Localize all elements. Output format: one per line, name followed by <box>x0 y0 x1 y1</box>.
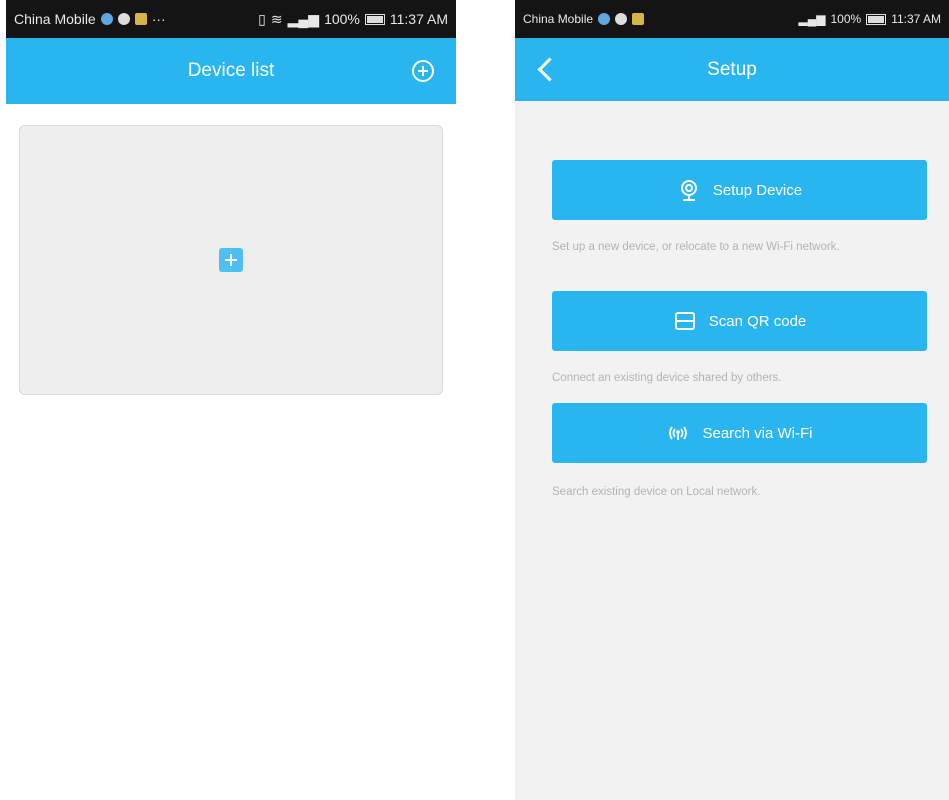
setup-device-label: Setup Device <box>712 181 803 199</box>
search-wifi-label: Search via Wi-Fi <box>702 424 813 442</box>
app-bar: Device list <box>6 38 456 104</box>
app-icon <box>134 13 147 25</box>
add-device-card[interactable] <box>19 125 443 395</box>
camera-icon <box>680 180 697 201</box>
signal-icon: ▂▄▆ <box>798 12 826 26</box>
battery-percent: 100% <box>324 11 360 27</box>
scan-qr-label: Scan QR code <box>708 312 807 330</box>
battery-icon <box>364 13 385 25</box>
notification-icon <box>598 13 611 25</box>
device-list-screen: China Mobile ··· ▯ ≋ ▂▄▆ 100% 11:37 AM D… <box>6 0 456 800</box>
scan-icon <box>674 312 695 330</box>
chat-icon <box>117 13 130 25</box>
vibrate-icon: ▯ <box>258 10 266 27</box>
more-notifications-icon: ··· <box>151 11 166 27</box>
chat-icon <box>615 13 628 25</box>
page-title: Device list <box>187 60 275 81</box>
setup-device-button[interactable]: Setup Device <box>552 160 927 220</box>
status-bar-left: China Mobile <box>523 12 645 26</box>
notification-icon <box>100 13 113 25</box>
carrier-label: China Mobile <box>523 12 594 26</box>
clock: 11:37 AM <box>891 12 941 26</box>
signal-icon: ▂▄▆ <box>287 10 320 27</box>
status-bar: China Mobile ··· ▯ ≋ ▂▄▆ 100% 11:37 AM <box>6 0 456 38</box>
battery-percent: 100% <box>830 12 862 26</box>
search-wifi-button[interactable]: Search via Wi-Fi <box>552 403 927 463</box>
add-device-icon[interactable] <box>412 60 434 82</box>
status-bar-right: ▯ ≋ ▂▄▆ 100% 11:37 AM <box>258 11 448 28</box>
battery-icon <box>866 13 887 25</box>
scan-qr-button[interactable]: Scan QR code <box>552 291 927 351</box>
status-bar: China Mobile ▂▄▆ 100% 11:37 AM <box>515 0 949 38</box>
app-icon <box>632 13 645 25</box>
back-chevron-icon[interactable] <box>537 56 562 82</box>
setup-screen: China Mobile ▂▄▆ 100% 11:37 AM Setup Set… <box>515 0 949 800</box>
page-title: Setup <box>707 58 757 80</box>
carrier-label: China Mobile <box>14 11 96 27</box>
wifi-icon: ≋ <box>270 10 283 27</box>
search-wifi-caption: Search existing device on Local network. <box>552 486 761 498</box>
status-bar-left: China Mobile ··· <box>14 11 166 27</box>
plus-icon[interactable] <box>219 248 243 272</box>
scan-qr-caption: Connect an existing device shared by oth… <box>552 372 782 384</box>
setup-device-caption: Set up a new device, or relocate to a ne… <box>552 241 840 253</box>
status-bar-right: ▂▄▆ 100% 11:37 AM <box>799 12 941 26</box>
wifi-antenna-icon <box>669 426 688 440</box>
clock: 11:37 AM <box>389 11 448 27</box>
app-bar: Setup <box>515 38 949 101</box>
